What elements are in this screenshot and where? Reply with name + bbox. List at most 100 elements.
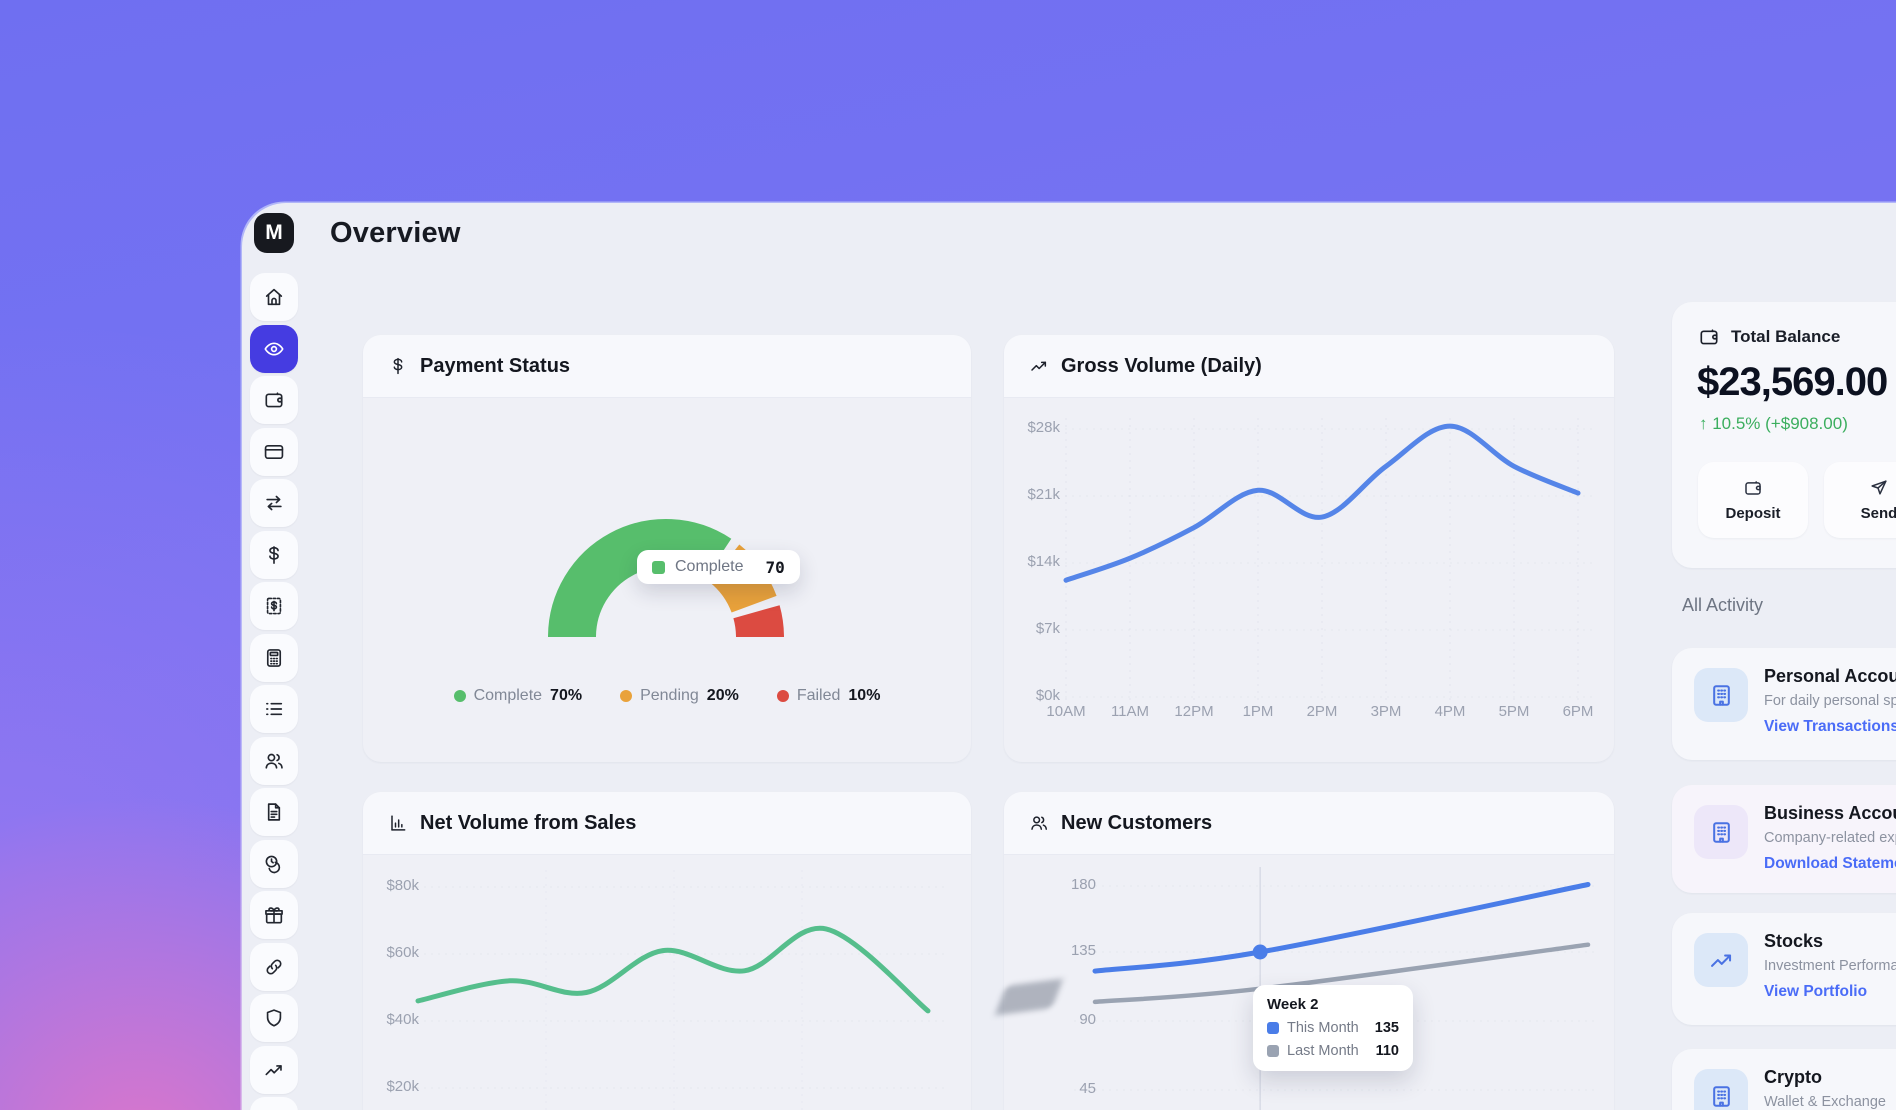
wallet-icon: [1698, 326, 1720, 348]
calculator-icon: [263, 647, 285, 669]
trending-up-icon: [1029, 356, 1049, 376]
link-icon: [263, 956, 285, 978]
tooltip-row: Last Month110: [1267, 1043, 1399, 1059]
dollar-icon: [263, 544, 285, 566]
app-logo[interactable]: M: [254, 213, 294, 253]
gauge-tooltip-value: 70: [765, 558, 784, 577]
sidebar-item-list[interactable]: [250, 685, 298, 733]
tooltip-title: Week 2: [1267, 996, 1399, 1013]
sidebar-nav: [250, 273, 298, 1110]
new-customers-card-header: New Customers: [1004, 792, 1614, 855]
gift-icon: [263, 904, 285, 926]
legend-label: Pending: [640, 687, 699, 705]
sidebar-item-wallet[interactable]: [250, 376, 298, 424]
dollar-icon: [388, 356, 408, 376]
gauge-segment-failed: [757, 612, 761, 637]
gross-volume-card-header: Gross Volume (Daily): [1004, 335, 1614, 398]
gross-volume-line-chart: [1004, 398, 1614, 762]
total-balance-header: Total Balance: [1698, 326, 1840, 348]
activity-card-stocks[interactable]: StocksInvestment PerformanceView Portfol…: [1672, 913, 1896, 1025]
activity-link[interactable]: View Transactions: [1764, 718, 1896, 736]
dashboard-window: M Overview Payment Status Complete 70 Co…: [242, 203, 1896, 1110]
tooltip-row: This Month 135: [1267, 1020, 1399, 1036]
activity-link[interactable]: View Portfolio: [1764, 983, 1867, 1001]
sidebar-item-users[interactable]: [250, 737, 298, 785]
net-volume-line-chart: [363, 855, 971, 1110]
trending-up-icon: [1708, 947, 1735, 974]
legend-item-complete: Complete70%: [454, 687, 583, 705]
activity-card-personal-account[interactable]: Personal Account For daily personal spend…: [1672, 648, 1896, 760]
tooltip-series-value: 110: [1376, 1043, 1399, 1059]
gauge-tooltip-label: Complete: [675, 558, 743, 576]
sidebar-item-calculator[interactable]: [250, 634, 298, 682]
sidebar-item-dollar[interactable]: [250, 531, 298, 579]
activity-title: Personal Account: [1764, 666, 1896, 687]
activity-subtitle: Wallet & Exchange: [1764, 1094, 1886, 1110]
bar-chart-icon: [388, 813, 408, 833]
net-volume-line: [418, 928, 928, 1011]
activity-icon-tile: [1694, 933, 1748, 987]
sidebar-item-document[interactable]: [250, 788, 298, 836]
net-volume-card: Net Volume from Sales $80k$60k$40k$20k: [363, 792, 971, 1110]
gauge-tooltip: Complete 70: [637, 550, 800, 584]
document-icon: [263, 801, 285, 823]
sidebar-item-link[interactable]: [250, 943, 298, 991]
total-balance-card: Total Balance $23,569.00 ↑ 10.5% (+$908.…: [1672, 302, 1896, 568]
payment-status-title: Payment Status: [420, 355, 570, 378]
total-balance-label: Total Balance: [1731, 327, 1840, 347]
activity-card-crypto[interactable]: Crypto Wallet & Exchange: [1672, 1049, 1896, 1110]
activity-title: Business Account: [1764, 803, 1896, 824]
new-customers-tooltip: Week 2 This Month 135 Last Month110: [1253, 985, 1413, 1071]
sidebar-item-trending-up[interactable]: [250, 1046, 298, 1094]
new-customers-card: New Customers 1801359045 Week 2 This Mon…: [1004, 792, 1614, 1110]
tooltip-swatch: [1267, 1022, 1279, 1034]
legend-value: 20%: [707, 687, 739, 705]
gauge-tooltip-swatch: [652, 561, 665, 574]
activity-subtitle: Company-related expenses: [1764, 830, 1896, 846]
page-title: Overview: [330, 217, 461, 250]
sidebar-item-monitor[interactable]: [250, 1097, 298, 1110]
sidebar-item-receipt-dollar[interactable]: [250, 582, 298, 630]
send-button-label: Send: [1861, 505, 1896, 522]
sidebar-item-home[interactable]: [250, 273, 298, 321]
activity-link[interactable]: Download Statement: [1764, 855, 1896, 873]
activity-title: Crypto: [1764, 1067, 1822, 1088]
send-button[interactable]: Send: [1824, 462, 1896, 538]
sidebar-item-gift[interactable]: [250, 891, 298, 939]
sidebar-item-eye[interactable]: [250, 325, 298, 373]
legend-dot: [777, 690, 789, 702]
payment-status-card: Payment Status Complete 70 Complete70% Pe…: [363, 335, 971, 762]
sidebar-item-shield[interactable]: [250, 994, 298, 1042]
gross-volume-title: Gross Volume (Daily): [1061, 355, 1262, 378]
building-icon: [1708, 682, 1735, 709]
tooltip-series-label: This Month: [1287, 1020, 1367, 1036]
legend-item-failed: Failed 10%: [777, 687, 881, 705]
total-balance-actions: Deposit Send: [1698, 462, 1896, 538]
all-activity-header: All Activity: [1682, 595, 1763, 616]
tooltip-series-value: 135: [1375, 1020, 1399, 1036]
activity-subtitle: For daily personal spending: [1764, 693, 1896, 709]
gross-volume-card: Gross Volume (Daily) $28k$21k$14k$7k$0k1…: [1004, 335, 1614, 762]
building-icon: [1708, 1083, 1735, 1110]
sidebar-item-coins[interactable]: [250, 840, 298, 888]
legend-label: Failed: [797, 687, 841, 705]
legend-label: Complete: [474, 687, 542, 705]
sidebar-item-credit-card[interactable]: [250, 428, 298, 476]
activity-subtitle: Investment Performance: [1764, 958, 1896, 974]
tooltip-swatch: [1267, 1045, 1279, 1057]
sidebar-item-transfer-arrows[interactable]: [250, 479, 298, 527]
activity-card-business-account[interactable]: Business Account Company-related expenses…: [1672, 785, 1896, 893]
legend-dot: [620, 690, 632, 702]
transfer-arrows-icon: [263, 492, 285, 514]
users-icon: [263, 750, 285, 772]
home-icon: [263, 286, 285, 308]
users-icon: [1029, 813, 1049, 833]
send-icon: [1869, 478, 1889, 498]
wallet-icon: [263, 389, 285, 411]
highlight-data-point: [1253, 945, 1268, 960]
payment-status-card-header: Payment Status: [363, 335, 971, 398]
deposit-button[interactable]: Deposit: [1698, 462, 1808, 538]
deposit-button-label: Deposit: [1725, 505, 1780, 522]
legend-value: 10%: [848, 687, 880, 705]
eye-icon: [263, 338, 285, 360]
